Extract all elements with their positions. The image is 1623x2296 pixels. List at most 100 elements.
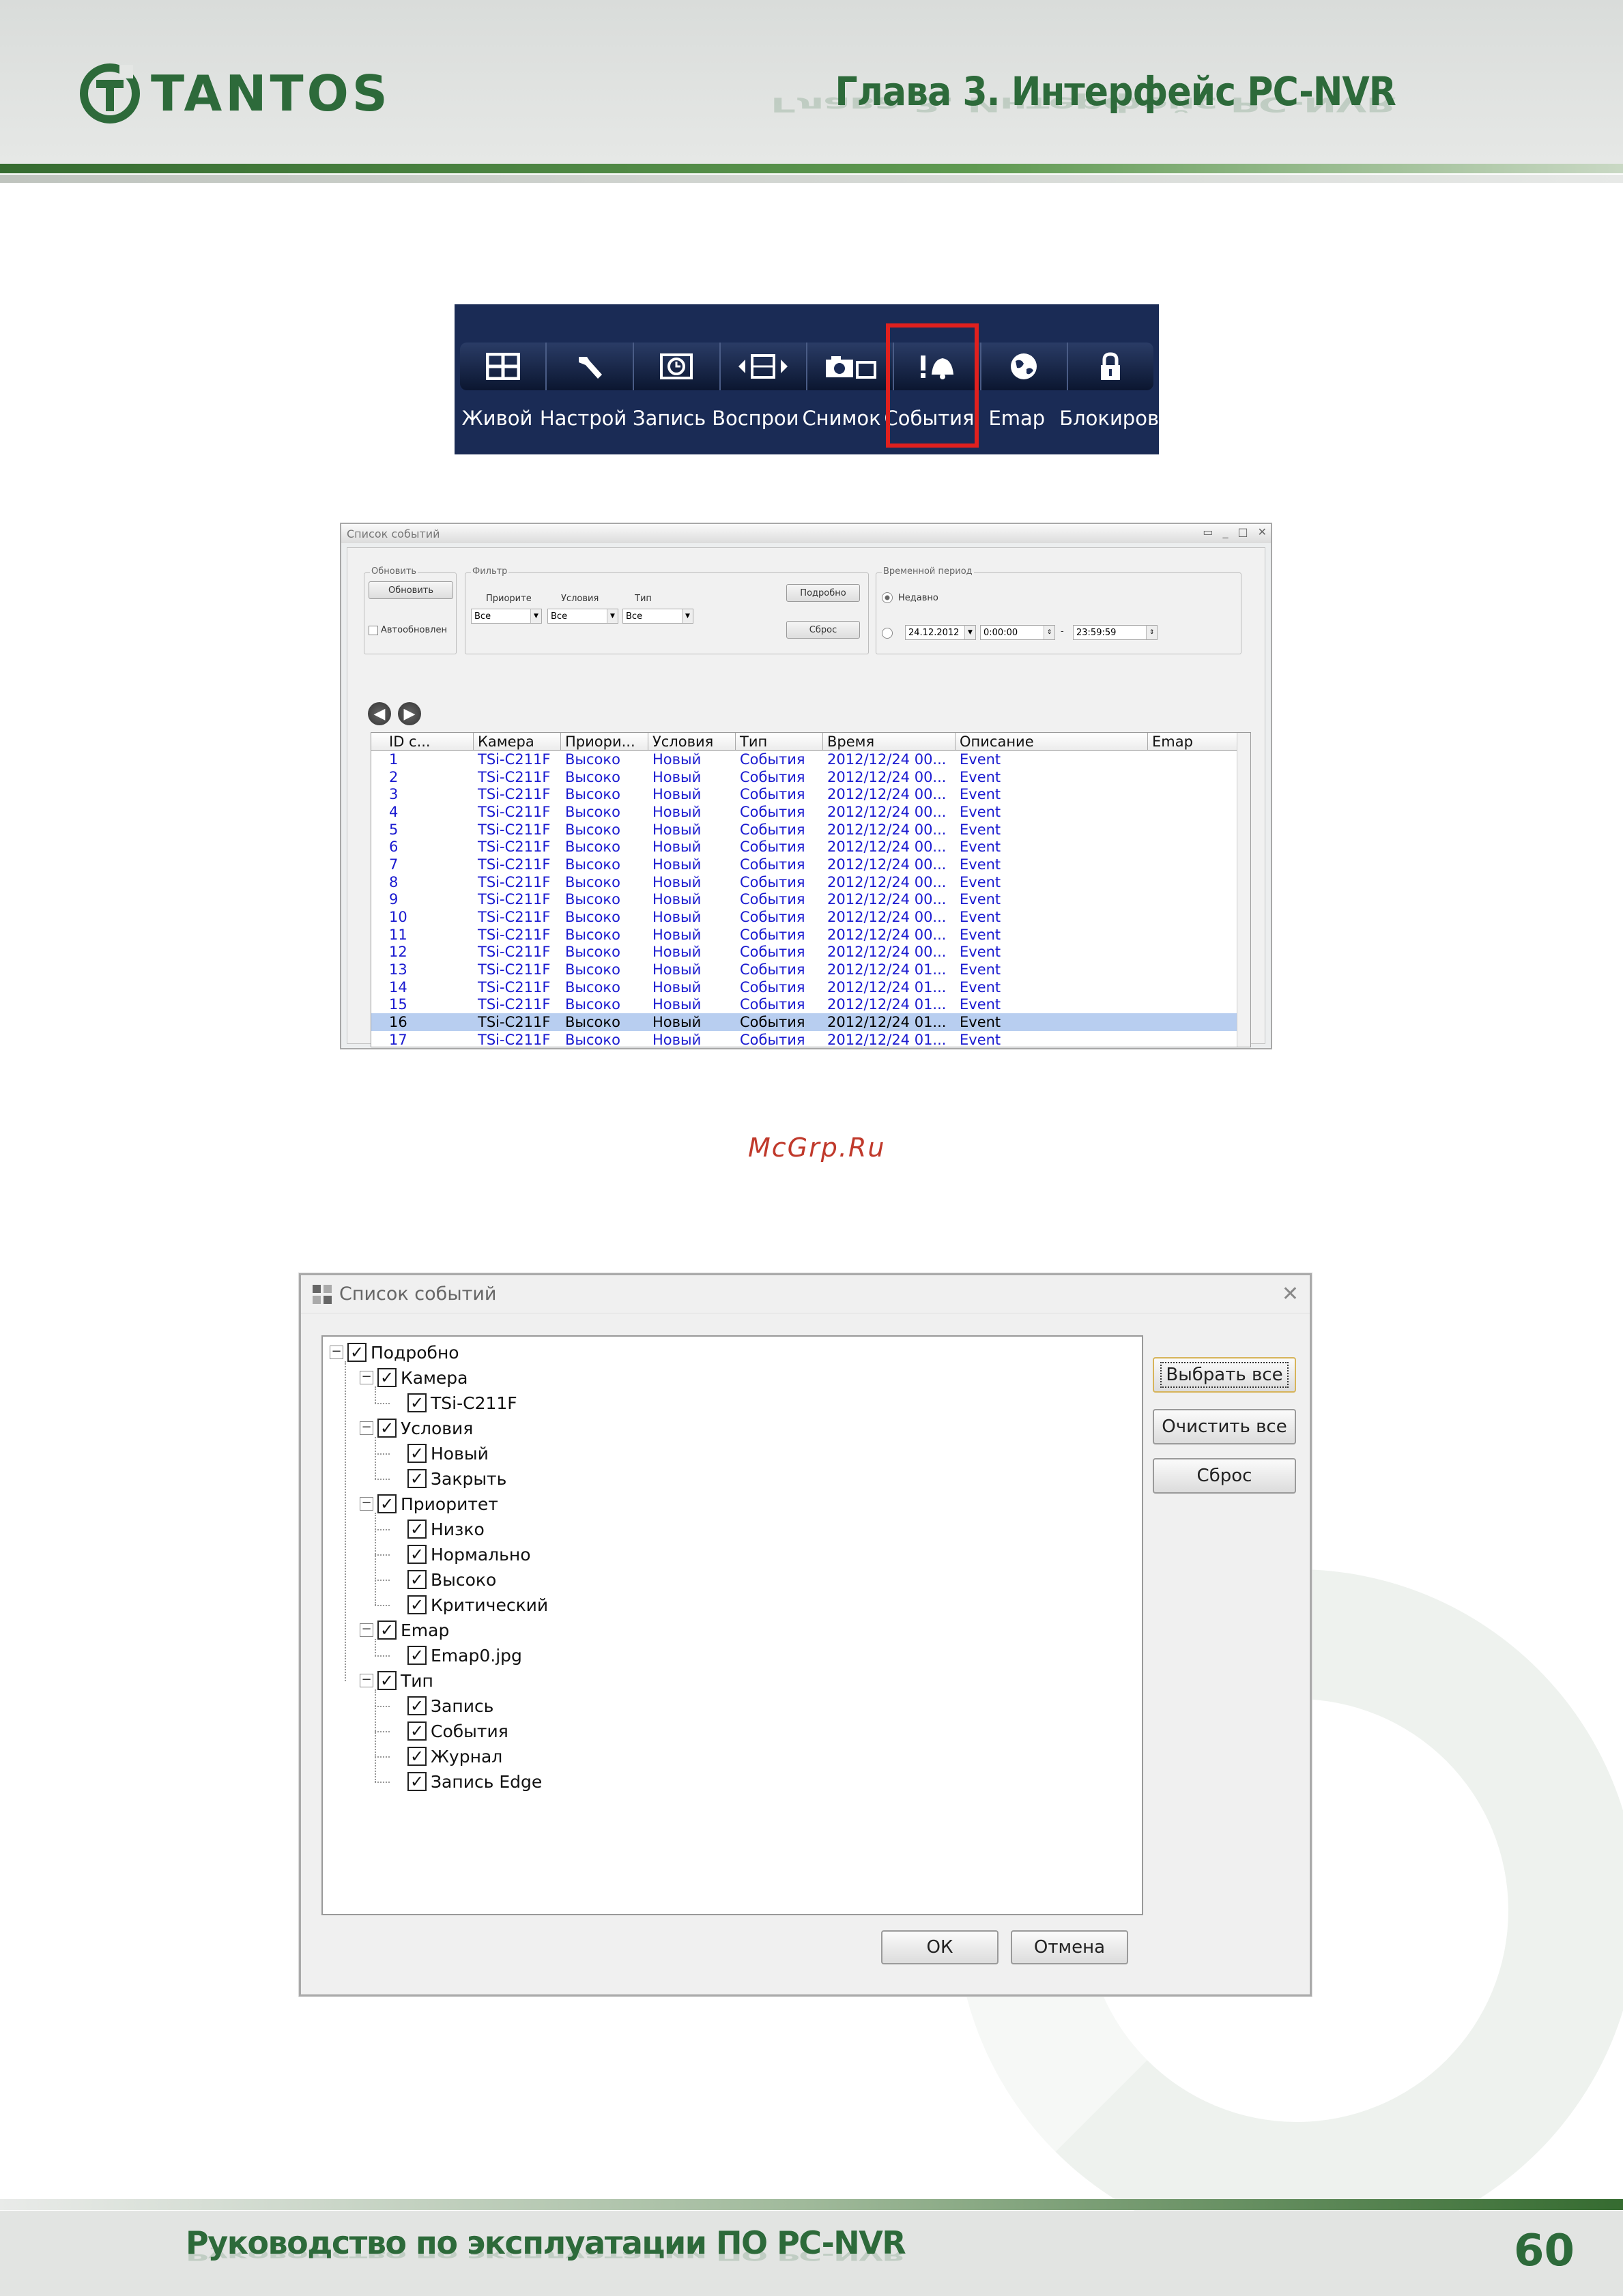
checkbox[interactable]: ✓: [407, 1646, 427, 1665]
table-row[interactable]: 6 TSi-C211F Высоко Новый События 2012/12/24 0…: [371, 838, 1238, 856]
checkbox[interactable]: ✓: [407, 1520, 427, 1539]
close-icon[interactable]: ✕: [1258, 525, 1267, 538]
collapse-icon[interactable]: −: [360, 1674, 373, 1687]
settings-button[interactable]: [547, 343, 634, 390]
column-header[interactable]: ID с...: [371, 733, 474, 750]
tree-node[interactable]: ✓ Тип: [377, 1669, 433, 1692]
tree-node[interactable]: ✓ Журнал: [407, 1745, 502, 1768]
recent-radio[interactable]: [882, 592, 893, 603]
collapse-icon[interactable]: −: [360, 1623, 373, 1637]
column-header[interactable]: Описание: [956, 733, 1148, 750]
maximize-icon[interactable]: □: [1237, 525, 1248, 538]
refresh-button[interactable]: Обновить: [369, 581, 453, 599]
details-button[interactable]: Подробно: [786, 584, 860, 602]
checkbox[interactable]: ✓: [407, 1772, 427, 1791]
tree-node[interactable]: ✓ TSi-C211F: [407, 1391, 517, 1414]
select-all-button[interactable]: Выбрать все: [1153, 1357, 1296, 1393]
table-scrollbar[interactable]: [1237, 733, 1250, 1047]
table-row[interactable]: 8 TSi-C211F Высоко Новый События 2012/12/24 0…: [371, 873, 1238, 891]
tree-node[interactable]: ✓ Emap0.jpg: [407, 1644, 522, 1667]
type-select[interactable]: Все ▼: [622, 609, 693, 624]
tree-node[interactable]: ✓ Низко: [407, 1517, 485, 1541]
next-page-icon[interactable]: ▶: [398, 702, 421, 725]
reset-button[interactable]: Сброс: [786, 621, 860, 639]
tree-node[interactable]: ✓ Запись Edge: [407, 1770, 542, 1793]
tree-node[interactable]: ✓ Запись: [407, 1694, 493, 1717]
restore-icon[interactable]: ▭: [1203, 525, 1213, 538]
column-header[interactable]: Emap: [1148, 733, 1238, 750]
table-row[interactable]: 7 TSi-C211F Высоко Новый События 2012/12/24 0…: [371, 856, 1238, 873]
checkbox[interactable]: ✓: [347, 1343, 367, 1362]
checkbox[interactable]: ✓: [377, 1368, 397, 1387]
tree-node[interactable]: ✓ Новый: [407, 1442, 489, 1465]
table-row[interactable]: 5 TSi-C211F Высоко Новый События 2012/12/24 0…: [371, 821, 1238, 839]
table-row[interactable]: 1 TSi-C211F Высоко Новый События 2012/12/24 0…: [371, 751, 1238, 768]
column-header[interactable]: Тип: [736, 733, 823, 750]
auto-refresh-option[interactable]: Автообновлен: [369, 625, 447, 635]
ok-button[interactable]: ОК: [881, 1930, 999, 1964]
emap-button[interactable]: [981, 343, 1068, 390]
tree-node[interactable]: ✓ Закрыть: [407, 1467, 506, 1490]
clear-all-button[interactable]: Очистить все: [1153, 1409, 1296, 1444]
table-row[interactable]: 4 TSi-C211F Высоко Новый События 2012/12/24 0…: [371, 803, 1238, 821]
checkbox[interactable]: ✓: [407, 1469, 427, 1488]
table-row[interactable]: 15 TSi-C211F Высоко Новый События 2012/12/24 …: [371, 996, 1238, 1014]
checkbox[interactable]: ✓: [407, 1545, 427, 1564]
collapse-icon[interactable]: −: [360, 1371, 373, 1384]
table-row[interactable]: 10 TSi-C211F Высоко Новый События 2012/12/24 …: [371, 908, 1238, 926]
record-button[interactable]: [634, 343, 721, 390]
tree-node[interactable]: ✓ События: [407, 1719, 508, 1743]
table-row[interactable]: 11 TSi-C211F Высоко Новый События 2012/12/24 …: [371, 926, 1238, 944]
checkbox[interactable]: ✓: [377, 1494, 397, 1513]
reset-button[interactable]: Сброс: [1153, 1458, 1296, 1494]
condition-select[interactable]: Все ▼: [547, 609, 618, 624]
collapse-icon[interactable]: −: [360, 1497, 373, 1511]
checkbox[interactable]: ✓: [407, 1696, 427, 1715]
table-row[interactable]: 12 TSi-C211F Высоко Новый События 2012/12/24 …: [371, 944, 1238, 961]
close-icon[interactable]: ✕: [1282, 1282, 1299, 1306]
period-radio[interactable]: [882, 628, 893, 639]
table-row[interactable]: 14 TSi-C211F Высоко Новый События 2012/12/24 …: [371, 978, 1238, 996]
checkbox[interactable]: ✓: [407, 1747, 427, 1766]
minimize-icon[interactable]: _: [1222, 525, 1228, 538]
column-header[interactable]: Условия: [648, 733, 736, 750]
table-row[interactable]: 9 TSi-C211F Высоко Новый События 2012/12/24 0…: [371, 891, 1238, 909]
checkbox[interactable]: ✓: [407, 1393, 427, 1412]
snapshot-button[interactable]: [807, 343, 895, 390]
previous-page-icon[interactable]: ◀: [368, 702, 391, 725]
cancel-button[interactable]: Отмена: [1011, 1930, 1128, 1964]
time-from-field[interactable]: 0:00:00 ⇕: [980, 625, 1055, 640]
column-header[interactable]: Время: [823, 733, 956, 750]
recent-option[interactable]: Недавно: [882, 592, 938, 603]
date-picker[interactable]: 24.12.2012 ▼: [905, 625, 976, 640]
table-row[interactable]: 2 TSi-C211F Высоко Новый События 2012/12/24 0…: [371, 768, 1238, 786]
collapse-icon[interactable]: −: [330, 1346, 343, 1359]
auto-refresh-checkbox[interactable]: [369, 625, 378, 635]
tree-node[interactable]: ✓ Нормально: [407, 1543, 531, 1566]
tree-node[interactable]: ✓ Подробно: [347, 1341, 459, 1364]
table-row[interactable]: 13 TSi-C211F Высоко Новый События 2012/12/24 …: [371, 961, 1238, 978]
tree-node[interactable]: ✓ Критический: [407, 1593, 548, 1616]
column-header[interactable]: Камера: [474, 733, 561, 750]
checkbox[interactable]: ✓: [407, 1444, 427, 1463]
table-row[interactable]: 16 TSi-C211F Высоко Новый События 2012/12/24 …: [371, 1013, 1238, 1031]
priority-select[interactable]: Все ▼: [471, 609, 542, 624]
time-to-field[interactable]: 23:59:59 ⇕: [1073, 625, 1158, 640]
checkbox[interactable]: ✓: [407, 1570, 427, 1589]
checkbox[interactable]: ✓: [377, 1671, 397, 1690]
playback-button[interactable]: [721, 343, 807, 390]
tree-node[interactable]: ✓ Приоритет: [377, 1492, 498, 1515]
tree-node[interactable]: ✓ Камера: [377, 1366, 468, 1389]
table-row[interactable]: 17 TSi-C211F Высоко Новый События 2012/12/24 …: [371, 1031, 1238, 1049]
tree-node[interactable]: ✓ Высоко: [407, 1568, 496, 1591]
tree-node[interactable]: ✓ Emap: [377, 1618, 449, 1642]
checkbox[interactable]: ✓: [407, 1721, 427, 1741]
lock-button[interactable]: [1068, 343, 1153, 390]
live-button[interactable]: [460, 343, 547, 390]
collapse-icon[interactable]: −: [360, 1421, 373, 1435]
column-header[interactable]: Приори...: [561, 733, 648, 750]
table-row[interactable]: 3 TSi-C211F Высоко Новый События 2012/12/24 0…: [371, 785, 1238, 803]
tree-node[interactable]: ✓ Условия: [377, 1416, 473, 1440]
checkbox[interactable]: ✓: [377, 1621, 397, 1640]
checkbox[interactable]: ✓: [407, 1595, 427, 1614]
